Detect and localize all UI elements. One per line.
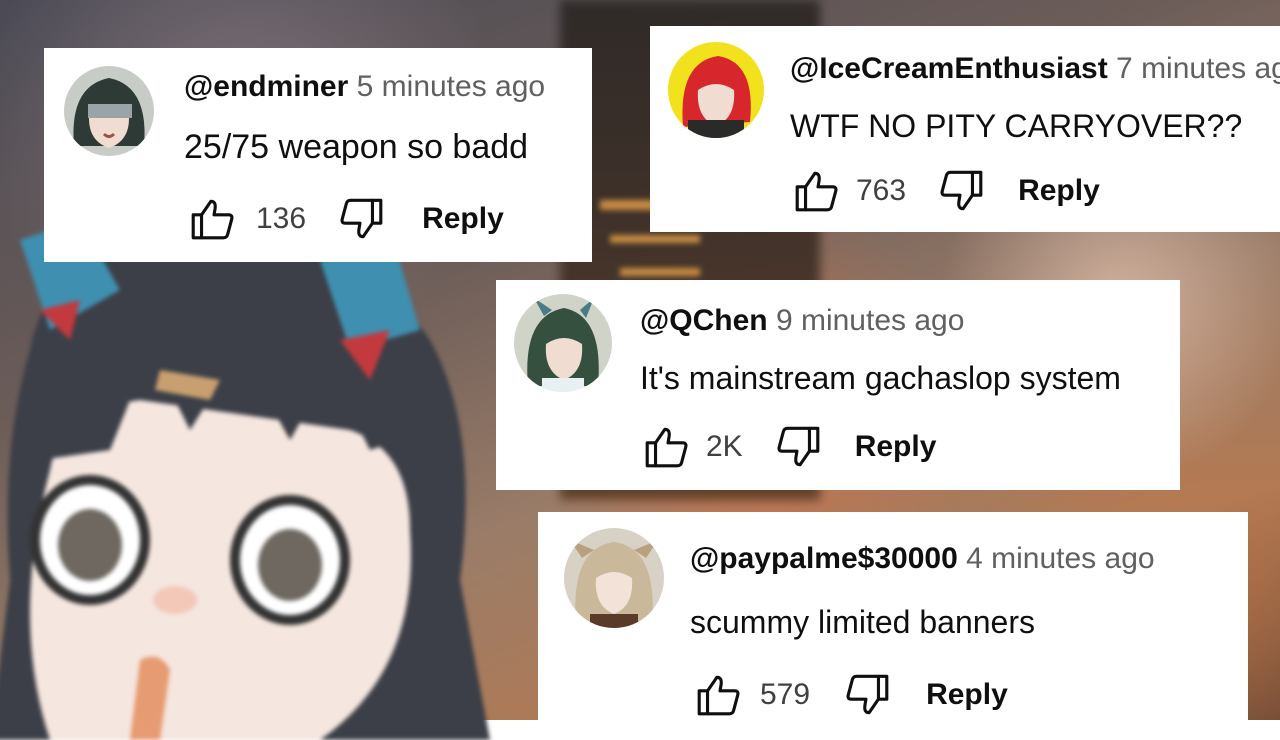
thumbs-down-icon[interactable] bbox=[842, 670, 892, 720]
comment-header: @IceCreamEnthusiast 7 minutes ago bbox=[790, 52, 1280, 86]
tower-light bbox=[610, 235, 700, 243]
thumbs-up-icon[interactable] bbox=[792, 166, 842, 216]
like-count: 579 bbox=[760, 678, 811, 711]
avatar[interactable] bbox=[64, 66, 154, 156]
comment-text: 25/75 weapon so badd bbox=[184, 128, 529, 166]
avatar[interactable] bbox=[668, 42, 764, 138]
reply-button[interactable]: Reply bbox=[855, 430, 937, 464]
tower-light bbox=[620, 268, 700, 276]
timestamp[interactable]: 4 minutes ago bbox=[966, 542, 1154, 575]
reply-button[interactable]: Reply bbox=[1018, 174, 1100, 208]
avatar[interactable] bbox=[564, 528, 664, 628]
timestamp[interactable]: 7 minutes ago bbox=[1116, 52, 1280, 85]
comment-text: WTF NO PITY CARRYOVER?? bbox=[790, 108, 1243, 144]
comment-card: @QChen 9 minutes ago It's mainstream gac… bbox=[496, 280, 1180, 490]
comment-header: @endminer 5 minutes ago bbox=[184, 70, 545, 104]
comment-text: It's mainstream gachaslop system bbox=[640, 360, 1121, 396]
comment-header: @paypalme$30000 4 minutes ago bbox=[690, 542, 1155, 576]
thumbs-down-icon[interactable] bbox=[336, 194, 386, 244]
like-count: 136 bbox=[256, 202, 307, 235]
username[interactable]: @paypalme$30000 bbox=[690, 542, 958, 575]
comment-actions: 136 Reply bbox=[188, 194, 504, 244]
timestamp[interactable]: 9 minutes ago bbox=[776, 304, 964, 337]
comment-text: scummy limited banners bbox=[690, 604, 1035, 640]
thumbs-up-icon[interactable] bbox=[694, 670, 744, 720]
thumbs-down-icon[interactable] bbox=[773, 422, 823, 472]
comment-actions: 579 Reply bbox=[694, 670, 1008, 720]
username[interactable]: @QChen bbox=[640, 304, 768, 337]
like-count: 2K bbox=[706, 430, 743, 463]
thumbs-down-icon[interactable] bbox=[936, 166, 986, 216]
chibi-character-image bbox=[0, 200, 510, 740]
comment-card: @endminer 5 minutes ago 25/75 weapon so … bbox=[44, 48, 592, 262]
timestamp[interactable]: 5 minutes ago bbox=[357, 70, 545, 103]
username[interactable]: @endminer bbox=[184, 70, 348, 103]
reply-button[interactable]: Reply bbox=[422, 202, 504, 236]
thumbs-up-icon[interactable] bbox=[642, 422, 692, 472]
username[interactable]: @IceCreamEnthusiast bbox=[790, 52, 1108, 85]
comment-card: @IceCreamEnthusiast 7 minutes ago WTF NO… bbox=[650, 26, 1280, 232]
reply-button[interactable]: Reply bbox=[926, 678, 1008, 712]
avatar[interactable] bbox=[514, 294, 612, 392]
thumbs-up-icon[interactable] bbox=[188, 194, 238, 244]
comment-actions: 763 Reply bbox=[792, 166, 1100, 216]
like-count: 763 bbox=[856, 174, 907, 207]
comment-actions: 2K Reply bbox=[642, 422, 936, 472]
comment-header: @QChen 9 minutes ago bbox=[640, 304, 964, 338]
comment-card: @paypalme$30000 4 minutes ago scummy lim… bbox=[538, 512, 1248, 720]
